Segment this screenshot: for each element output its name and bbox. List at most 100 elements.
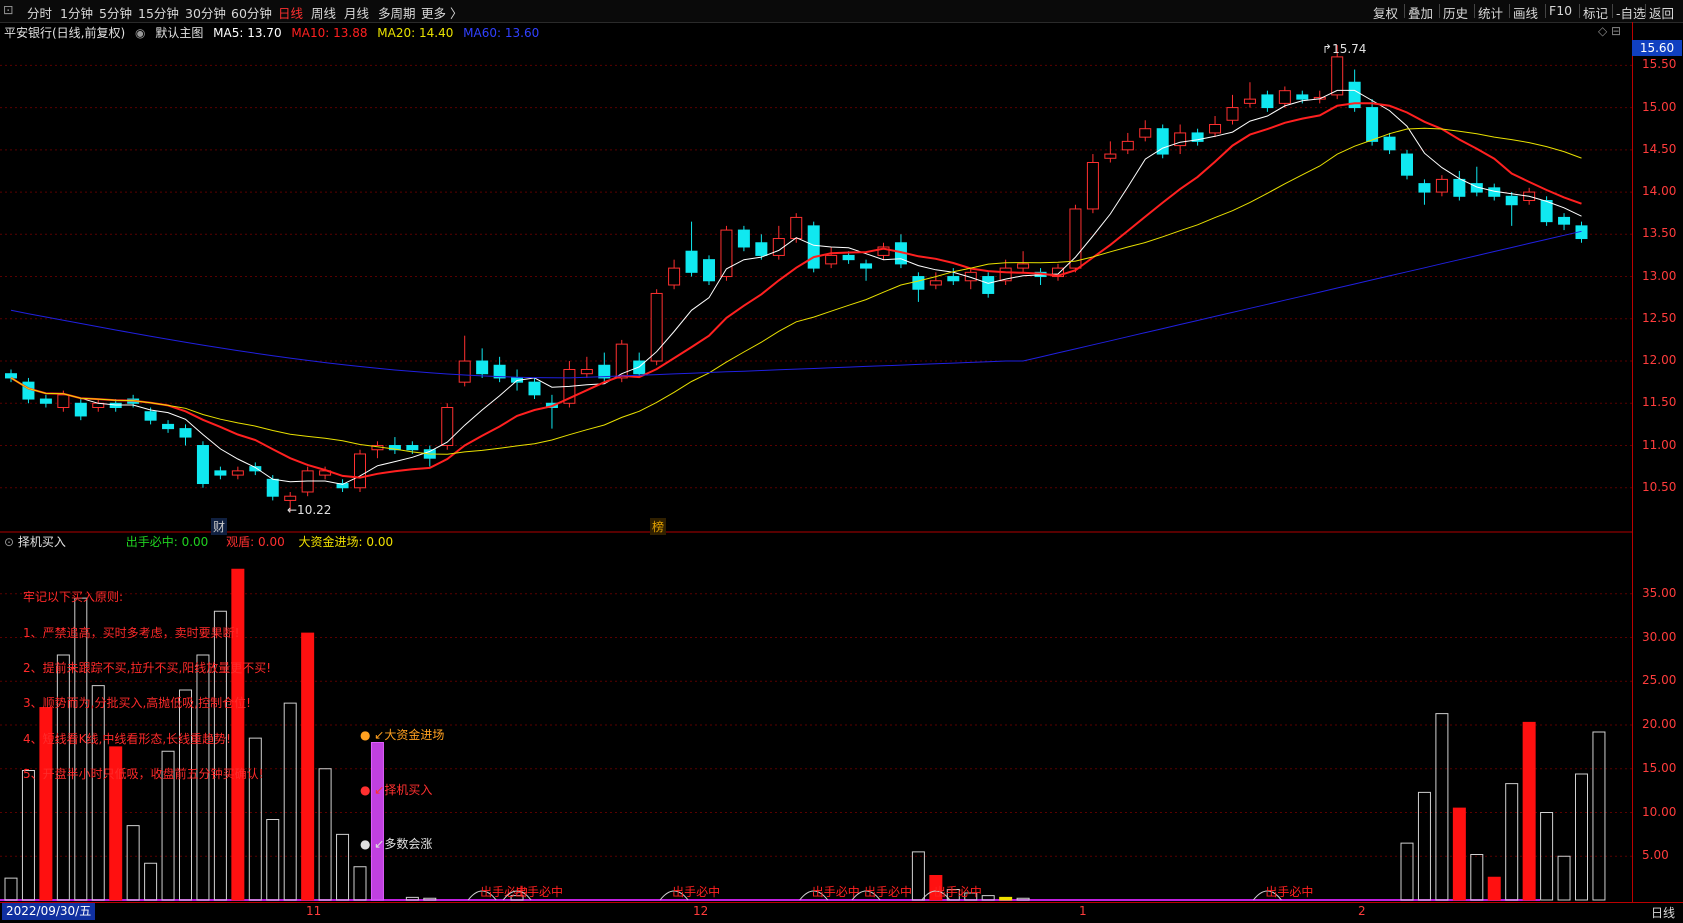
signal-label: 出手必中 (864, 884, 912, 899)
period-toolbar: ⊡ 分时 1分钟 5分钟 15分钟 30分钟 60分钟 日线 周线 月线 多周期 更多 〉 复权 叠加… (0, 0, 1683, 23)
candle-body (737, 229, 750, 248)
candle-body (1418, 183, 1431, 193)
period-tab-5[interactable]: 60分钟 (231, 3, 272, 22)
indicator-bar (179, 689, 192, 901)
marker-likely-rise: ● ↙多数会涨 (360, 837, 433, 851)
toolbar-button-6[interactable]: 标记 (1583, 3, 1608, 22)
candle-body (1121, 140, 1134, 151)
rank-event-marker[interactable]: 榜 (650, 518, 667, 535)
ma10-line (10, 102, 1582, 479)
candle-body (266, 478, 279, 497)
indicator-bar (248, 737, 262, 901)
candle-body (1243, 98, 1256, 104)
indicator-bar (336, 833, 350, 901)
toolbar-button-0[interactable]: 复权 (1373, 3, 1398, 22)
price-tick-label: 14.00 (1642, 184, 1677, 199)
candle-body (1366, 107, 1379, 142)
period-tab-6[interactable]: 日线 (278, 3, 303, 22)
toolbar-button-5[interactable]: F10 (1549, 3, 1572, 18)
toolbar-button-1[interactable]: 叠加 (1408, 3, 1433, 22)
period-tab-10[interactable]: 更多 〉 (421, 3, 462, 22)
rule-line-2: 2、提前未跟踪不买,拉升不买,阳线放量更不买! (23, 661, 272, 675)
candle-body (179, 428, 192, 438)
candle-body (1261, 94, 1274, 109)
candle-body (476, 360, 489, 375)
candle-body (1331, 56, 1344, 96)
indicator-bar (231, 568, 245, 901)
rule-line-1: 1、严禁追高，买时多考虑，卖时要果断! (23, 626, 240, 640)
period-tab-8[interactable]: 月线 (344, 3, 369, 22)
candle-body (1540, 200, 1553, 223)
indicator-collapse-icon[interactable]: ⊙ (4, 535, 14, 549)
period-tab-9[interactable]: 多周期 (378, 3, 416, 22)
month-label-feb: 2 (1358, 904, 1366, 918)
candle-body (1017, 263, 1030, 269)
date-axis (0, 902, 1683, 923)
signal-label: 出手必中 (515, 884, 563, 899)
indicator-tick-label: 25.00 (1642, 673, 1677, 688)
menu-toggle-icon[interactable]: ⊡ (3, 2, 13, 17)
candle-body (912, 276, 925, 290)
candle-body (162, 423, 175, 430)
period-indicator[interactable]: 日线 (1651, 904, 1675, 921)
toolbar-separator (1404, 4, 1405, 18)
toolbar-separator (1509, 4, 1510, 18)
indicator-bar (144, 862, 158, 901)
indicator-bar (1435, 713, 1449, 901)
price-tick-label: 11.50 (1642, 395, 1677, 410)
signal-label: 出手必中 (672, 884, 720, 899)
indicator-bar (91, 685, 105, 901)
current-price-badge: 15.60 (1632, 40, 1682, 56)
candle-body (39, 398, 52, 404)
candle-body (790, 216, 803, 240)
signal-label: 出手必中 (812, 884, 860, 899)
rule-line-3: 3、顺势而为,分批买入,高抛低吸,控制仓位! (23, 696, 251, 710)
toolbar-button-4[interactable]: 画线 (1513, 3, 1538, 22)
candle-body (825, 254, 838, 265)
indicator-bar (1557, 855, 1571, 901)
toolbar-button-8[interactable]: 返回 (1649, 3, 1674, 22)
period-tab-3[interactable]: 15分钟 (138, 3, 179, 22)
indicator-bar (1417, 791, 1431, 901)
toolbar-button-7[interactable]: -自选 (1616, 3, 1646, 22)
period-tab-4[interactable]: 30分钟 (185, 3, 226, 22)
high-price-annotation: ↱15.74 (1322, 42, 1367, 56)
candle-body (1086, 162, 1099, 210)
candle-body (231, 470, 244, 476)
indicator-bar (266, 819, 280, 901)
period-tab-2[interactable]: 5分钟 (99, 3, 132, 22)
indicator-bar (1487, 876, 1501, 901)
period-tab-7[interactable]: 周线 (311, 3, 336, 22)
candle-body (1558, 216, 1571, 225)
candle-body (1401, 153, 1413, 176)
price-tick-label: 15.50 (1642, 57, 1677, 72)
indicator-tick-label: 20.00 (1642, 717, 1677, 731)
price-tick-label: 13.50 (1642, 226, 1677, 241)
indicator-bar (1452, 807, 1466, 901)
candle-body (1453, 178, 1466, 197)
period-tab-1[interactable]: 1分钟 (60, 3, 93, 22)
candle-body (1505, 195, 1518, 206)
signal-label: 出手必中 (934, 884, 982, 899)
toolbar-separator (1579, 4, 1580, 18)
candle-body (1226, 107, 1239, 121)
candle-body (1278, 90, 1291, 104)
ma60-line (10, 230, 1582, 379)
toolbar-button-3[interactable]: 统计 (1478, 3, 1503, 22)
indicator-name[interactable]: 择机买入 (18, 535, 66, 549)
candle-body (354, 453, 366, 489)
candle-body (929, 280, 942, 286)
price-tick-label: 11.00 (1642, 437, 1677, 452)
price-tick-label: 13.00 (1642, 268, 1677, 283)
indicator-value-1: 出手必中: 0.00 (125, 535, 209, 549)
indicator-bar (1470, 854, 1484, 901)
candle-body (615, 343, 628, 379)
candle-body (5, 373, 17, 379)
indicator-bar (4, 877, 18, 901)
indicator-tick-label: 30.00 (1642, 629, 1677, 644)
period-tab-0[interactable]: 分时 (27, 3, 52, 22)
low-price-annotation: ←10.22 (287, 503, 332, 517)
candle-body (1069, 208, 1082, 269)
toolbar-button-2[interactable]: 历史 (1443, 3, 1468, 22)
candle-body (703, 259, 715, 282)
